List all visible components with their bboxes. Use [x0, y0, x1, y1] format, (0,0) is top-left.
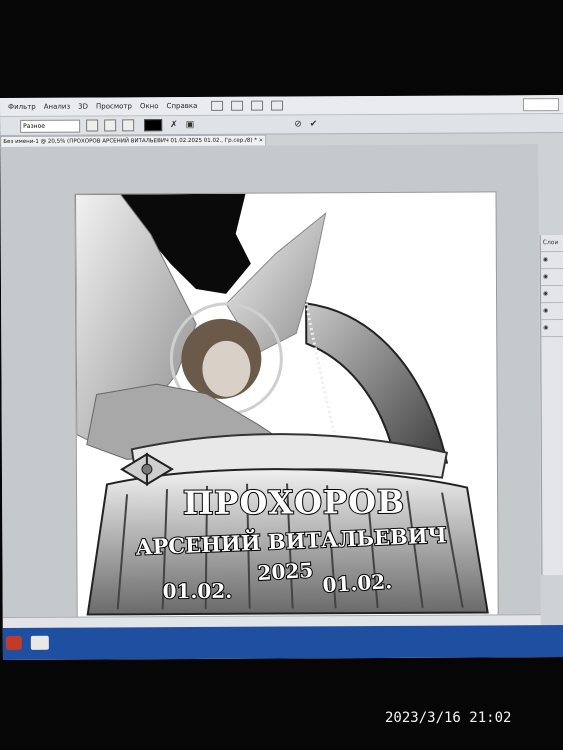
menu-filter[interactable]: Фильтр: [8, 103, 36, 111]
angel-face: [202, 340, 251, 397]
layer-row[interactable]: ◉: [540, 252, 563, 270]
surname-text[interactable]: ПРОХОРОВ: [182, 482, 406, 523]
align-left-button[interactable]: [86, 119, 99, 132]
taskbar-app-icon[interactable]: [30, 635, 49, 650]
menu-3d[interactable]: 3D: [78, 103, 88, 111]
toolbar-screen-mode-icon[interactable]: [271, 100, 284, 111]
text-mode-select[interactable]: Разное: [20, 119, 81, 133]
monitor-screen: Фильтр Анализ 3D Просмотр Окно Справка Р…: [0, 95, 563, 660]
start-icon[interactable]: [5, 635, 22, 650]
cancel-icon[interactable]: ⊘: [294, 119, 302, 129]
menu-window[interactable]: Окно: [140, 102, 159, 110]
taskbar: [2, 625, 563, 660]
toolbar-arrange-icon[interactable]: [251, 100, 264, 111]
death-date-text[interactable]: 01.02.: [321, 568, 394, 598]
align-center-button[interactable]: [104, 119, 117, 132]
warp-text-icon[interactable]: ✗: [170, 120, 178, 130]
layer-row[interactable]: ◉: [541, 303, 563, 321]
layer-row[interactable]: ◉: [541, 320, 563, 338]
layers-panel-tab[interactable]: Слои: [540, 235, 563, 253]
birth-date-text[interactable]: 01.02.: [162, 578, 234, 604]
close-tab-icon[interactable]: ×: [259, 136, 264, 146]
character-panel-icon[interactable]: ▣: [186, 120, 195, 130]
menu-view[interactable]: Просмотр: [96, 102, 132, 110]
year-text[interactable]: 2025: [256, 557, 315, 586]
document-canvas[interactable]: ПРОХОРОВ АРСЕНИЙ ВИТАЛЬЕВИЧ 2025 01.02. …: [75, 192, 498, 643]
toolbar-grid-icon[interactable]: [211, 100, 224, 111]
commit-icon[interactable]: ✔: [310, 119, 318, 129]
text-color-swatch[interactable]: [144, 119, 163, 132]
layer-row[interactable]: ◉: [540, 286, 563, 304]
layers-panel[interactable]: Слои ◉ ◉ ◉ ◉ ◉: [539, 235, 563, 576]
layer-row[interactable]: ◉: [540, 269, 563, 287]
menu-help[interactable]: Справка: [167, 102, 198, 110]
workspace: ПРОХОРОВ АРСЕНИЙ ВИТАЛЬЕВИЧ 2025 01.02. …: [0, 144, 541, 643]
menu-analysis[interactable]: Анализ: [44, 103, 70, 111]
align-right-button[interactable]: [122, 119, 135, 132]
toolbar-frame-icon[interactable]: [231, 100, 244, 111]
workspace-switcher[interactable]: [523, 97, 560, 111]
document-title: Без имени-1 @ 20,5% (ПРОХОРОВ АРСЕНИЙ ВИ…: [3, 137, 258, 145]
options-bar: Разное ✗ ▣ ⊘ ✔: [0, 114, 563, 136]
photo-timestamp: 2023/3/16 21:02: [385, 710, 512, 726]
